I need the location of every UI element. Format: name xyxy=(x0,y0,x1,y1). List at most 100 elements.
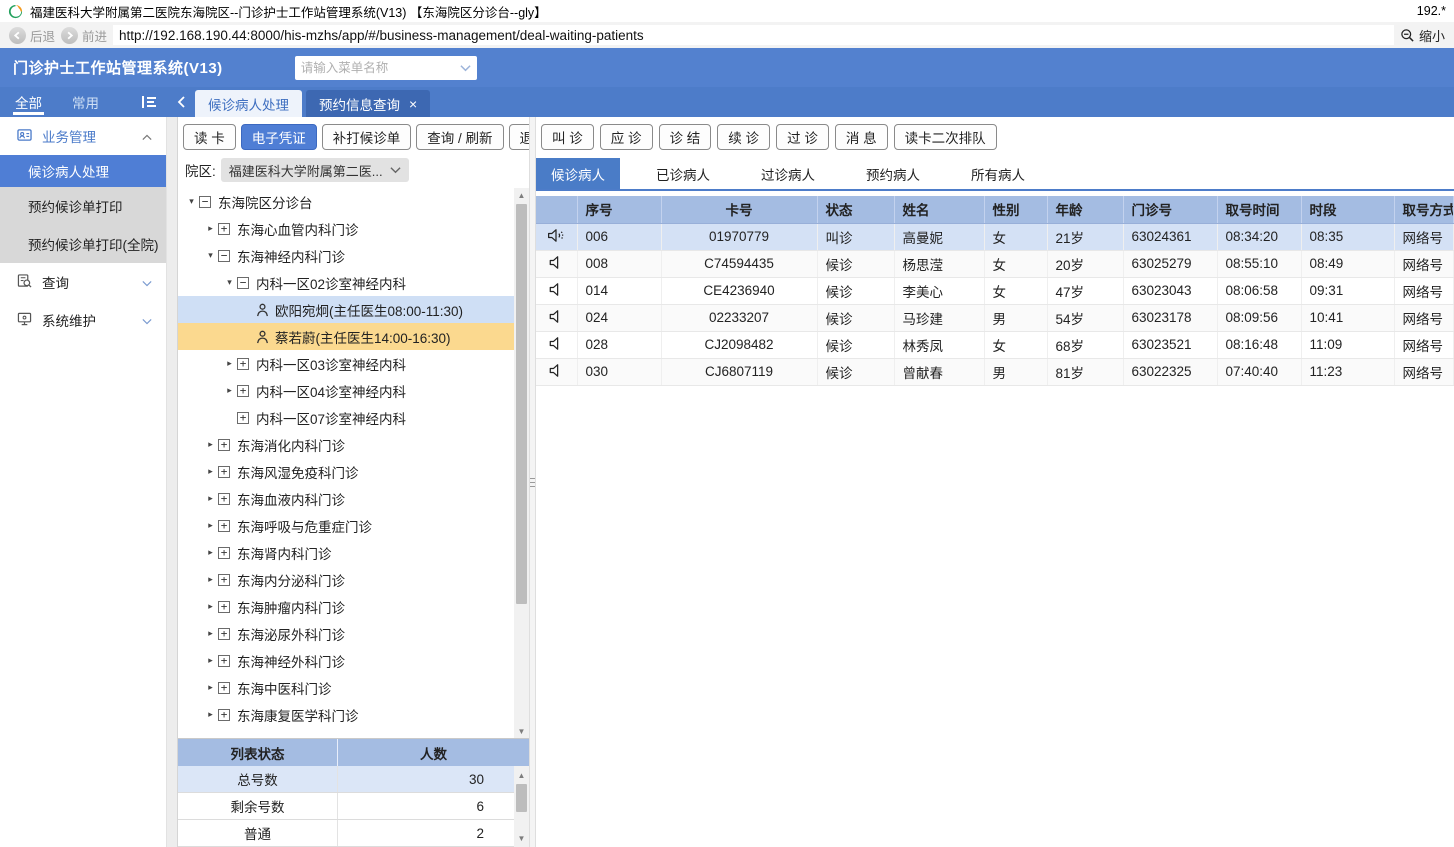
tree-scrollbar[interactable]: ▲ ▼ xyxy=(514,188,529,738)
tree-plusminus-icon[interactable]: + xyxy=(218,546,230,559)
toolbar-button[interactable]: 读卡二次排队 xyxy=(893,124,997,150)
tree-item[interactable]: ▾ − 内科一区02诊室神经内科 xyxy=(178,269,514,296)
tree-item[interactable]: 蔡若蔚(主任医生14:00-16:30) xyxy=(178,323,514,350)
tree-item[interactable]: ▸ + 东海肾内科门诊 xyxy=(178,539,514,566)
tree-expand-arrow[interactable]: ▸ xyxy=(203,682,218,693)
sidebar-group-5[interactable]: 系统维护 xyxy=(0,301,166,339)
tab-deal-waiting-patients[interactable]: 候诊病人处理 xyxy=(195,90,302,117)
patient-row[interactable]: 014 CE4236940 候诊 李美心女 47岁 63023043 08:06:58 09:… xyxy=(536,277,1454,305)
tree-item[interactable]: ▸ + 东海血液内科门诊 xyxy=(178,485,514,512)
tree-expand-arrow[interactable]: ▸ xyxy=(222,358,237,369)
patient-tab-0[interactable]: 候诊病人 xyxy=(536,158,620,189)
tree-item[interactable]: ▸ + 内科一区03诊室神经内科 xyxy=(178,350,514,377)
tree-item[interactable]: ▸ + 东海泌尿外科门诊 xyxy=(178,620,514,647)
tree-item[interactable]: ▸ + 内科一区04诊室神经内科 xyxy=(178,377,514,404)
tree-plusminus-icon[interactable]: + xyxy=(218,627,230,640)
tree-expand-arrow[interactable]: ▸ xyxy=(203,655,218,666)
sidebar-group-4[interactable]: 查询 xyxy=(0,263,166,301)
tree-item[interactable]: ▾ − 东海院区分诊台 xyxy=(178,188,514,215)
scroll-down-icon[interactable]: ▼ xyxy=(514,724,529,738)
menu-search-input[interactable] xyxy=(300,60,460,75)
scroll-thumb[interactable] xyxy=(516,784,527,812)
scroll-up-icon[interactable]: ▲ xyxy=(514,768,529,782)
tree-item[interactable]: 欧阳宛炯(主任医生08:00-11:30) xyxy=(178,296,514,323)
tree-expand-arrow[interactable]: ▸ xyxy=(203,439,218,450)
tree-item[interactable]: ▸ + 东海康复医学科门诊 xyxy=(178,701,514,728)
tree-expand-arrow[interactable]: ▸ xyxy=(203,520,218,531)
scroll-up-icon[interactable]: ▲ xyxy=(514,188,529,202)
tree-plusminus-icon[interactable]: − xyxy=(218,249,230,262)
patient-row[interactable]: 008 C74594435 候诊 杨思滢女 20岁 63025279 08:55:10 08:… xyxy=(536,250,1454,278)
tree-expand-arrow[interactable]: ▸ xyxy=(222,385,237,396)
tree-item[interactable]: ▸ + 东海中医科门诊 xyxy=(178,674,514,701)
patient-row[interactable]: 006 01970779 叫诊 高曼妮女 21岁 63024361 08:34:20 08:3… xyxy=(536,223,1454,251)
tree-plusminus-icon[interactable]: + xyxy=(237,384,249,397)
toolbar-button[interactable]: 消 息 xyxy=(834,124,888,150)
back-button[interactable]: 后退 xyxy=(9,26,55,45)
tree-item[interactable]: ▸ + 东海内分泌科门诊 xyxy=(178,566,514,593)
close-icon[interactable]: × xyxy=(409,97,417,111)
tree-plusminus-icon[interactable]: − xyxy=(199,195,211,208)
patient-tab-3[interactable]: 预约病人 xyxy=(851,158,935,189)
stats-scrollbar[interactable]: ▲ ▼ xyxy=(514,766,529,847)
patient-row[interactable]: 030 CJ6807119 候诊 曾献春男 81岁 63022325 07:40:40 11:… xyxy=(536,358,1454,386)
tree-item[interactable]: ▸ + 东海心血管内科门诊 xyxy=(178,215,514,242)
tree-expand-arrow[interactable]: ▸ xyxy=(203,223,218,234)
tab-appointment-info-query[interactable]: 预约信息查询 × xyxy=(306,90,431,117)
sidebar-item[interactable]: 候诊病人处理 xyxy=(0,155,166,187)
tree-plusminus-icon[interactable]: + xyxy=(218,492,230,505)
scroll-thumb[interactable] xyxy=(516,204,527,604)
patient-tab-2[interactable]: 过诊病人 xyxy=(746,158,830,189)
tree-plusminus-icon[interactable]: + xyxy=(218,519,230,532)
tab-common[interactable]: 常用 xyxy=(72,87,99,117)
tree-plusminus-icon[interactable]: + xyxy=(218,654,230,667)
tree-item[interactable]: ▸ + 东海神经外科门诊 xyxy=(178,647,514,674)
panel-splitter[interactable] xyxy=(529,117,536,847)
tree-plusminus-icon[interactable]: + xyxy=(218,438,230,451)
scroll-down-icon[interactable]: ▼ xyxy=(514,831,529,845)
tree-plusminus-icon[interactable]: + xyxy=(218,600,230,613)
patient-tab-1[interactable]: 已诊病人 xyxy=(641,158,725,189)
collapse-menu-icon[interactable] xyxy=(141,95,157,109)
tree-item[interactable]: ▸ + 东海呼吸与危重症门诊 xyxy=(178,512,514,539)
tree-expand-arrow[interactable]: ▸ xyxy=(203,466,218,477)
tree-expand-arrow[interactable]: ▸ xyxy=(203,601,218,612)
tree-plusminus-icon[interactable]: + xyxy=(218,681,230,694)
tree-plusminus-icon[interactable]: + xyxy=(218,465,230,478)
campus-select[interactable]: 福建医科大学附属第二医... xyxy=(220,158,409,182)
toolbar-button[interactable]: 应 诊 xyxy=(599,124,653,150)
tree-item[interactable]: + 内科一区07诊室神经内科 xyxy=(178,404,514,431)
forward-button[interactable]: 前进 xyxy=(61,26,107,45)
toolbar-button[interactable]: 查询 / 刷新 xyxy=(416,124,504,150)
tree-plusminus-icon[interactable]: + xyxy=(218,222,230,235)
tree-expand-arrow[interactable]: ▸ xyxy=(203,574,218,585)
menu-search-box[interactable] xyxy=(294,55,477,80)
sidebar-group-0[interactable]: 业务管理 xyxy=(0,117,166,155)
tree-plusminus-icon[interactable]: + xyxy=(237,357,249,370)
tree-expand-arrow[interactable]: ▾ xyxy=(184,196,199,207)
tree-item[interactable]: ▸ + 东海风湿免疫科门诊 xyxy=(178,458,514,485)
toolbar-button[interactable]: 过 诊 xyxy=(776,124,829,150)
tree-plusminus-icon[interactable]: + xyxy=(218,708,230,721)
tree-expand-arrow[interactable]: ▾ xyxy=(222,277,237,288)
tree-expand-arrow[interactable]: ▸ xyxy=(203,709,218,720)
tree-plusminus-icon[interactable]: + xyxy=(237,411,249,424)
tree-expand-arrow[interactable]: ▾ xyxy=(203,250,218,261)
tree-plusminus-icon[interactable]: − xyxy=(237,276,249,289)
tabs-scroll-left-icon[interactable] xyxy=(167,87,195,117)
sidebar-item[interactable]: 预约候诊单打印(全院) xyxy=(0,225,166,263)
patient-row[interactable]: 028 CJ2098482 候诊 林秀凤女 68岁 63023521 08:16:48 11:… xyxy=(536,331,1454,359)
zoom-out-button[interactable]: 缩小 xyxy=(1400,26,1445,45)
toolbar-button[interactable]: 电子凭证 xyxy=(240,124,317,150)
tree-item[interactable]: ▾ − 东海神经内科门诊 xyxy=(178,242,514,269)
patient-row[interactable]: 024 02233207 候诊 马珍建男 54岁 63023178 08:09:56 10:4… xyxy=(536,304,1454,332)
tab-all[interactable]: 全部 xyxy=(13,87,44,117)
toolbar-button[interactable]: 续 诊 xyxy=(717,124,771,150)
tree-expand-arrow[interactable]: ▸ xyxy=(203,493,218,504)
patient-tab-4[interactable]: 所有病人 xyxy=(956,158,1040,189)
tree-item[interactable]: ▸ + 东海消化内科门诊 xyxy=(178,431,514,458)
tree-expand-arrow[interactable]: ▸ xyxy=(203,628,218,639)
toolbar-button[interactable]: 读 卡 xyxy=(183,124,236,150)
tree-expand-arrow[interactable]: ▸ xyxy=(203,547,218,558)
toolbar-button[interactable]: 补打候诊单 xyxy=(321,124,412,150)
